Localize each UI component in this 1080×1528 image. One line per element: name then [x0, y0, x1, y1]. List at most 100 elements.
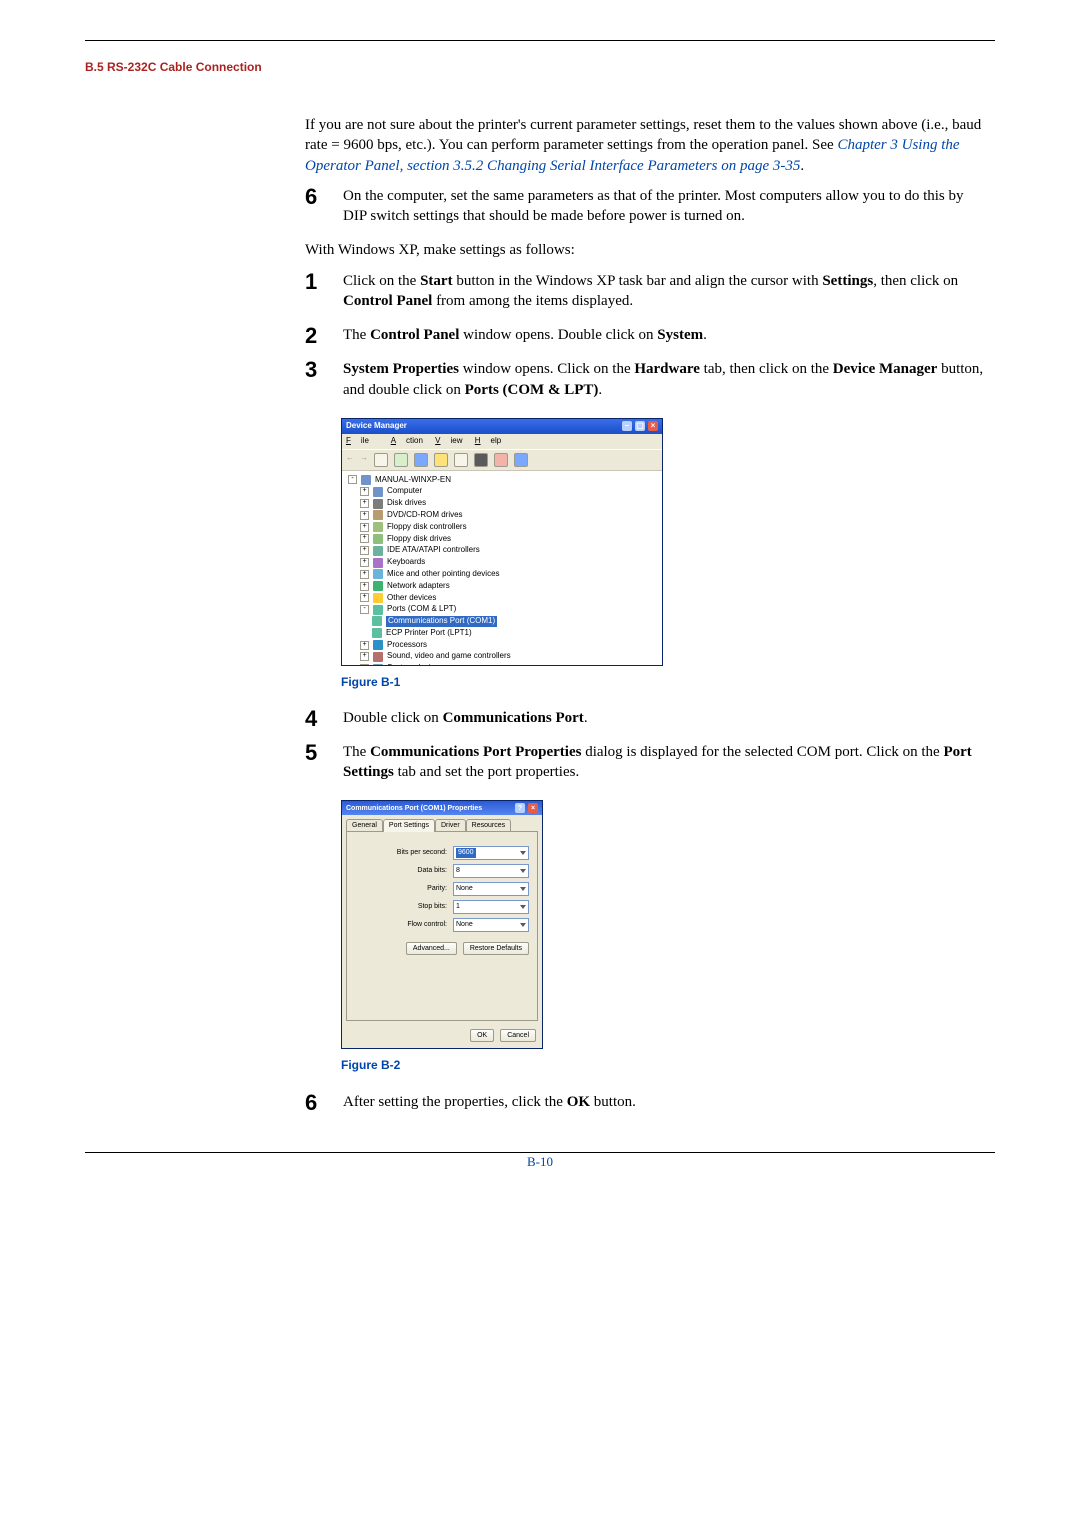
bold-term: Settings	[822, 273, 873, 289]
tree-ports[interactable]: - Ports (COM & LPT)	[360, 604, 656, 616]
step-number: 6	[305, 182, 317, 212]
expander-icon[interactable]: +	[360, 593, 369, 602]
expander-icon[interactable]: +	[360, 558, 369, 567]
help-icon[interactable]: ?	[515, 803, 525, 813]
expander-icon[interactable]: +	[360, 523, 369, 532]
substep-2: 2The Control Panel window opens. Double …	[305, 325, 985, 345]
header: B.5 RS-232C Cable Connection	[85, 59, 995, 75]
bold-term: OK	[567, 1094, 590, 1110]
select-flow[interactable]: None	[453, 918, 529, 932]
tree-node[interactable]: +System devices	[360, 663, 656, 664]
computer-root-icon	[361, 475, 371, 485]
figure-b1-caption: Figure B-1	[341, 674, 985, 690]
ok-button[interactable]: OK	[470, 1029, 494, 1042]
tree-node[interactable]: +Floppy disk controllers	[360, 522, 656, 534]
tree-node[interactable]: +Network adapters	[360, 581, 656, 593]
step-number: 1	[305, 267, 317, 297]
uninstall-icon[interactable]	[434, 453, 448, 467]
select-stopbits[interactable]: 1	[453, 900, 529, 914]
tree-node-label: Disk drives	[387, 498, 426, 509]
expander-icon[interactable]: +	[360, 487, 369, 496]
tree-node[interactable]: +DVD/CD-ROM drives	[360, 510, 656, 522]
row-stopbits: Stop bits: 1	[355, 900, 529, 914]
bold-term: Communications Port Properties	[370, 744, 581, 760]
tree-node[interactable]: +Mice and other pointing devices	[360, 569, 656, 581]
restore-defaults-button[interactable]: Restore Defaults	[463, 942, 529, 955]
advanced-button[interactable]: Advanced...	[406, 942, 457, 955]
port-settings-panel: Bits per second: 9600 Data bits: 8	[346, 831, 538, 1021]
device-category-icon	[373, 569, 383, 579]
bold-term: Start	[420, 273, 453, 289]
figure-b2-caption: Figure B-2	[341, 1057, 985, 1073]
page-number: B-10	[85, 1153, 995, 1171]
back-icon[interactable]: ←	[346, 453, 354, 467]
tree-com1-label-selected: Communications Port (COM1)	[386, 616, 497, 627]
step-number: 2	[305, 321, 317, 351]
device-category-icon	[373, 510, 383, 520]
step-text: .	[703, 327, 707, 343]
tree-node[interactable]: + Disk drives	[360, 498, 656, 510]
tree-node-label: Floppy disk drives	[387, 534, 451, 545]
toolbar-icon-1[interactable]	[474, 453, 488, 467]
menu-view[interactable]: View	[435, 436, 462, 445]
expander-icon[interactable]: +	[360, 546, 369, 555]
tree-node[interactable]: +Other devices	[360, 593, 656, 605]
tree-node[interactable]: + Keyboards	[360, 557, 656, 569]
select-bps[interactable]: 9600	[453, 846, 529, 860]
select-parity[interactable]: None	[453, 882, 529, 896]
panel-buttons: Advanced... Restore Defaults	[355, 942, 529, 955]
menu-action[interactable]: Action	[391, 436, 423, 445]
update-driver-icon[interactable]	[414, 453, 428, 467]
top-rule	[85, 40, 995, 41]
forward-icon[interactable]: →	[360, 453, 368, 467]
tab-port-settings[interactable]: Port Settings	[383, 819, 435, 831]
tree-node[interactable]: +IDE ATA/ATAPI controllers	[360, 545, 656, 557]
scan-hardware-icon[interactable]	[394, 453, 408, 467]
chevron-down-icon	[520, 869, 526, 873]
menu-file[interactable]: File	[346, 436, 379, 445]
section-heading: B.5 RS-232C Cable Connection	[85, 59, 995, 75]
tree-node[interactable]: + Computer	[360, 486, 656, 498]
minimize-icon[interactable]: –	[622, 421, 632, 431]
menu-help[interactable]: Help	[475, 436, 501, 445]
label-stopbits: Stop bits:	[367, 902, 447, 911]
expander-icon[interactable]: +	[360, 534, 369, 543]
port-icon	[372, 628, 382, 638]
expander-icon[interactable]: +	[360, 499, 369, 508]
step-number: 6	[305, 1088, 317, 1118]
select-databits[interactable]: 8	[453, 864, 529, 878]
substep-1: 1Click on the Start button in the Window…	[305, 271, 985, 312]
comprops-tabs: General Port Settings Driver Resources	[342, 815, 542, 830]
tree-node[interactable]: + Floppy disk drives	[360, 534, 656, 546]
chevron-down-icon	[520, 923, 526, 927]
expander-icon[interactable]: +	[360, 582, 369, 591]
tree-com1[interactable]: Communications Port (COM1)	[372, 616, 656, 628]
maximize-icon[interactable]: ▢	[635, 421, 645, 431]
cancel-button[interactable]: Cancel	[500, 1029, 536, 1042]
expander-icon[interactable]: -	[348, 475, 357, 484]
properties-icon[interactable]	[374, 453, 388, 467]
expander-icon[interactable]: +	[360, 641, 369, 650]
expander-icon[interactable]: -	[360, 605, 369, 614]
toolbar-icon-2[interactable]	[494, 453, 508, 467]
show-hidden-icon[interactable]	[454, 453, 468, 467]
tree-root[interactable]: - MANUAL-WINXP-EN	[348, 475, 656, 487]
expander-icon[interactable]: +	[360, 570, 369, 579]
toolbar-icon-3[interactable]	[514, 453, 528, 467]
tree-lpt1[interactable]: ECP Printer Port (LPT1)	[372, 628, 656, 640]
device-category-icon	[373, 534, 383, 544]
close-icon[interactable]: ×	[648, 421, 658, 431]
tree-lpt1-label: ECP Printer Port (LPT1)	[386, 628, 472, 639]
close-icon[interactable]: ×	[528, 803, 538, 813]
tree-node[interactable]: + Sound, video and game controllers	[360, 651, 656, 663]
substeps-c: 6After setting the properties, click the…	[305, 1092, 985, 1112]
outer-step-6-text: On the computer, set the same parameters…	[343, 188, 964, 224]
tree-node[interactable]: +Processors	[360, 640, 656, 652]
tree-node-label: Computer	[387, 486, 422, 497]
tree-node-label: Sound, video and game controllers	[387, 651, 511, 662]
tree-node-label: Keyboards	[387, 557, 425, 568]
com-properties-dialog: Communications Port (COM1) Properties ? …	[341, 800, 543, 1049]
expander-icon[interactable]: +	[360, 652, 369, 661]
comprops-titlebar: Communications Port (COM1) Properties ? …	[342, 801, 542, 815]
expander-icon[interactable]: +	[360, 511, 369, 520]
